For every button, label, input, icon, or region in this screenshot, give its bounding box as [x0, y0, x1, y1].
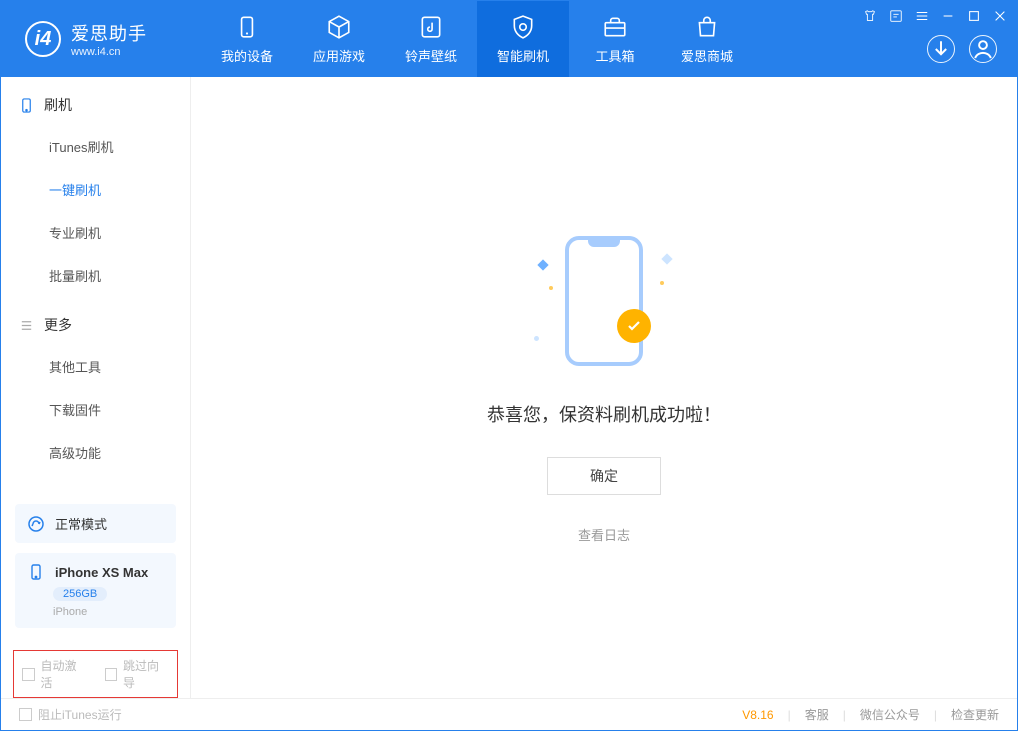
tab-label: 工具箱: [595, 46, 634, 65]
section-label: 更多: [44, 315, 72, 335]
device-card[interactable]: iPhone XS Max 256GB iPhone: [15, 553, 176, 628]
sidebar-item-download-firmware[interactable]: 下载固件: [1, 388, 190, 431]
sidebar-item-advanced[interactable]: 高级功能: [1, 431, 190, 474]
checkbox-label: 跳过向导: [123, 657, 169, 691]
device-capacity: 256GB: [53, 587, 107, 601]
checkbox-auto-activate[interactable]: 自动激活: [22, 657, 87, 691]
ok-button[interactable]: 确定: [547, 457, 661, 495]
sidebar: 刷机 iTunes刷机 一键刷机 专业刷机 批量刷机 更多 其他工具 下载固件 …: [1, 77, 191, 698]
tab-ringtones-wallpapers[interactable]: 铃声壁纸: [385, 1, 477, 77]
header: i4 爱思助手 www.i4.cn 我的设备 应用游戏 铃声壁纸 智能刷机 工具…: [1, 1, 1017, 77]
sidebar-section-more: 更多: [1, 297, 190, 345]
tab-apps-games[interactable]: 应用游戏: [293, 1, 385, 77]
logo-text: 爱思助手 www.i4.cn: [71, 20, 147, 58]
body: 刷机 iTunes刷机 一键刷机 专业刷机 批量刷机 更多 其他工具 下载固件 …: [1, 77, 1017, 698]
maximize-icon[interactable]: [967, 9, 981, 23]
sparkle-icon: [537, 259, 548, 270]
sidebar-item-other-tools[interactable]: 其他工具: [1, 345, 190, 388]
section-label: 刷机: [44, 95, 72, 115]
cube-icon: [326, 14, 352, 40]
feedback-icon[interactable]: [889, 9, 903, 23]
success-message: 恭喜您，保资料刷机成功啦！: [487, 401, 721, 427]
sparkle-icon: [549, 286, 553, 290]
device-icon: [234, 14, 260, 40]
checkbox-label: 阻止iTunes运行: [38, 706, 122, 723]
divider: |: [843, 708, 846, 722]
header-actions: [927, 35, 997, 63]
device-name: iPhone XS Max: [55, 565, 148, 580]
tab-label: 铃声壁纸: [405, 46, 457, 65]
phone-icon: [27, 563, 45, 581]
sidebar-item-pro-flash[interactable]: 专业刷机: [1, 211, 190, 254]
checkbox-box-icon: [105, 668, 118, 681]
tab-toolbox[interactable]: 工具箱: [569, 1, 661, 77]
app-title: 爱思助手: [71, 20, 147, 46]
mode-label: 正常模式: [55, 514, 107, 533]
sidebar-item-onekey-flash[interactable]: 一键刷机: [1, 168, 190, 211]
sparkle-icon: [534, 336, 539, 341]
window-controls: [863, 9, 1007, 23]
close-icon[interactable]: [993, 9, 1007, 23]
main-content: 恭喜您，保资料刷机成功啦！ 确定 查看日志: [191, 77, 1017, 698]
checkbox-box-icon: [22, 668, 35, 681]
success-check-icon: [617, 309, 651, 343]
footer-right: V8.16 | 客服 | 微信公众号 | 检查更新: [742, 706, 999, 723]
user-button[interactable]: [969, 35, 997, 63]
toolbox-icon: [602, 14, 628, 40]
shopping-bag-icon: [694, 14, 720, 40]
menu-icon[interactable]: [915, 9, 929, 23]
music-note-icon: [418, 14, 444, 40]
sidebar-item-batch-flash[interactable]: 批量刷机: [1, 254, 190, 297]
support-link[interactable]: 客服: [805, 706, 829, 723]
logo-area: i4 爱思助手 www.i4.cn: [1, 20, 201, 58]
sidebar-item-itunes-flash[interactable]: iTunes刷机: [1, 125, 190, 168]
view-log-link[interactable]: 查看日志: [578, 525, 630, 544]
download-button[interactable]: [927, 35, 955, 63]
phone-icon: [19, 98, 34, 113]
minimize-icon[interactable]: [941, 9, 955, 23]
checkbox-skip-guide[interactable]: 跳过向导: [105, 657, 170, 691]
footer: 阻止iTunes运行 V8.16 | 客服 | 微信公众号 | 检查更新: [1, 698, 1017, 730]
nav-tabs: 我的设备 应用游戏 铃声壁纸 智能刷机 工具箱 爱思商城: [201, 1, 753, 77]
device-type: iPhone: [53, 606, 164, 618]
checkbox-block-itunes[interactable]: 阻止iTunes运行: [19, 706, 122, 723]
tab-label: 应用游戏: [313, 46, 365, 65]
tab-label: 智能刷机: [497, 46, 549, 65]
wechat-link[interactable]: 微信公众号: [860, 706, 920, 723]
divider: |: [934, 708, 937, 722]
sidebar-bottom: 正常模式 iPhone XS Max 256GB iPhone: [1, 504, 190, 642]
mode-card[interactable]: 正常模式: [15, 504, 176, 543]
phone-outline-icon: [565, 236, 643, 366]
success-illustration: [519, 231, 689, 371]
app-subtitle: www.i4.cn: [71, 46, 147, 58]
checkbox-box-icon: [19, 708, 32, 721]
sidebar-section-flash: 刷机: [1, 77, 190, 125]
refresh-icon: [27, 515, 45, 533]
app-logo-icon: i4: [25, 21, 61, 57]
shield-refresh-icon: [510, 14, 536, 40]
sparkle-icon: [661, 253, 672, 264]
version-label: V8.16: [742, 708, 773, 722]
tab-label: 爱思商城: [681, 46, 733, 65]
checkbox-label: 自动激活: [41, 657, 87, 691]
list-icon: [19, 318, 34, 333]
highlighted-checkbox-row: 自动激活 跳过向导: [13, 650, 178, 698]
check-update-link[interactable]: 检查更新: [951, 706, 999, 723]
tab-smart-flash[interactable]: 智能刷机: [477, 1, 569, 77]
tab-label: 我的设备: [221, 46, 273, 65]
tab-my-device[interactable]: 我的设备: [201, 1, 293, 77]
sparkle-icon: [660, 281, 664, 285]
tab-store[interactable]: 爱思商城: [661, 1, 753, 77]
divider: |: [788, 708, 791, 722]
tshirt-icon[interactable]: [863, 9, 877, 23]
